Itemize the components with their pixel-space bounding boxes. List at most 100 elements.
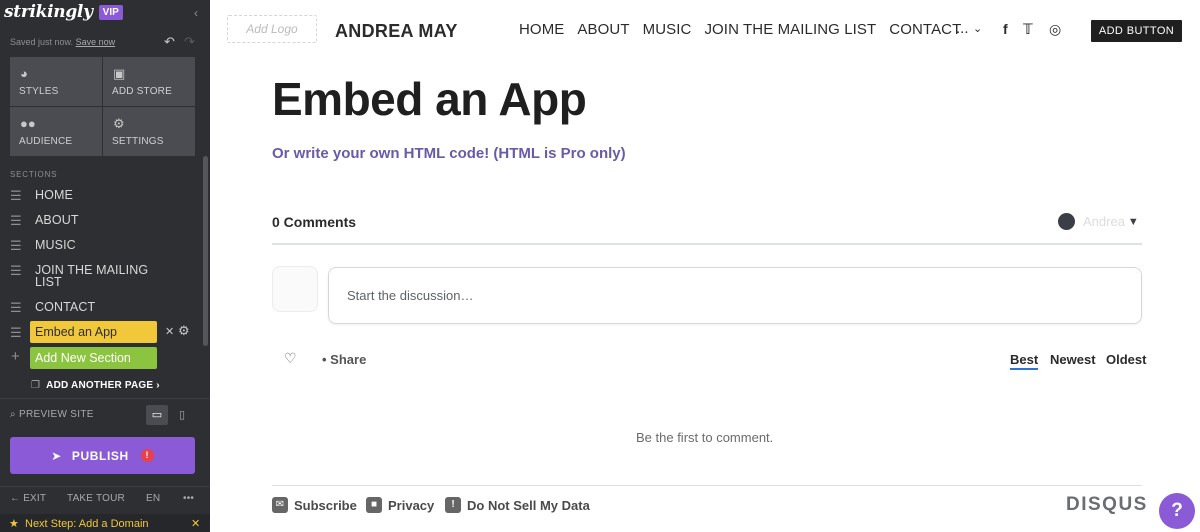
saved-text: Saved just now. xyxy=(10,37,74,47)
nav-link-home[interactable]: HOME xyxy=(519,21,564,38)
add-logo-placeholder[interactable]: Add Logo xyxy=(227,15,317,43)
facebook-icon[interactable]: f xyxy=(1003,21,1008,37)
add-button[interactable]: ADD BUTTON xyxy=(1091,20,1182,42)
store-icon: ▣ xyxy=(113,66,126,81)
page-heading: Embed an App xyxy=(272,73,587,125)
undo-icon[interactable]: ↶ xyxy=(164,34,175,50)
add-new-section-button[interactable]: Add New Section xyxy=(30,347,157,369)
brand-row: strikingly VIP xyxy=(4,2,123,22)
site-title[interactable]: ANDREA MAY xyxy=(335,21,458,42)
tile-label: SETTINGS xyxy=(112,136,164,147)
do-not-sell-label: Do Not Sell My Data xyxy=(467,497,590,513)
next-step-banner[interactable]: ★ Next Step: Add a Domain ✕ xyxy=(0,514,210,532)
sort-oldest-tab[interactable]: Oldest xyxy=(1106,352,1146,367)
drag-handle-icon[interactable]: ☰ xyxy=(0,264,35,277)
exit-label: EXIT xyxy=(23,493,47,504)
mobile-icon[interactable]: ▯ xyxy=(174,405,190,425)
language-selector[interactable]: EN xyxy=(146,493,160,504)
section-label: CONTACT xyxy=(35,300,96,314)
nav-link-music[interactable]: MUSIC xyxy=(643,21,692,38)
avatar xyxy=(272,266,318,312)
subscribe-label: Subscribe xyxy=(294,497,357,513)
empty-comments-text: Be the first to comment. xyxy=(636,430,774,445)
chevron-right-icon: › xyxy=(156,380,160,391)
close-icon[interactable]: ✕ xyxy=(191,517,200,530)
sidebar-scrollbar[interactable] xyxy=(203,156,208,346)
comment-input[interactable]: Start the discussion… xyxy=(328,267,1142,324)
section-label: JOIN THE MAILING LIST xyxy=(35,263,149,289)
desktop-icon[interactable]: ▭ xyxy=(146,405,168,425)
save-now-link[interactable]: Save now xyxy=(76,37,116,47)
section-settings-icon[interactable]: ⚙ xyxy=(178,323,190,339)
section-item-contact[interactable]: ☰ CONTACT xyxy=(0,301,200,314)
section-label: HOME xyxy=(35,188,73,202)
save-status: Saved just now. Save now xyxy=(10,37,115,47)
section-item-mailing-list[interactable]: ☰ JOIN THE MAILING LIST xyxy=(0,263,200,289)
audience-tile[interactable]: ●● AUDIENCE xyxy=(10,107,102,156)
divider xyxy=(0,398,210,399)
section-item-about[interactable]: ☰ ABOUT xyxy=(0,214,200,227)
publish-button[interactable]: ➤ PUBLISH ! xyxy=(10,437,195,474)
section-item-embed-app[interactable]: Embed an App xyxy=(30,321,157,343)
next-step-text: Next Step: Add a Domain xyxy=(25,518,149,530)
privacy-label: Privacy xyxy=(388,497,435,513)
user-name: Andrea xyxy=(1083,214,1125,229)
nav-more-menu[interactable]: ... xyxy=(956,20,969,37)
section-item-music[interactable]: ☰ MUSIC xyxy=(0,239,200,252)
share-button[interactable]: • Share xyxy=(322,352,366,367)
chevron-down-icon[interactable]: ⌄ xyxy=(973,22,982,35)
star-icon: ★ xyxy=(9,518,19,530)
exit-button[interactable]: ← EXIT xyxy=(10,493,46,504)
caret-down-icon: ▼ xyxy=(1127,215,1139,228)
preview-label: PREVIEW SITE xyxy=(19,409,94,420)
user-menu[interactable]: Andrea ▼ xyxy=(1058,213,1139,230)
warning-icon: ! xyxy=(140,449,154,462)
app-root: strikingly VIP ‹ Saved just now. Save no… xyxy=(0,0,1200,532)
add-store-tile[interactable]: ▣ ADD STORE xyxy=(103,57,195,106)
strikingly-logo[interactable]: strikingly xyxy=(4,2,93,22)
arrow-left-icon: ← xyxy=(10,493,21,504)
tile-label: AUDIENCE xyxy=(19,136,73,147)
section-item-home[interactable]: ☰ HOME xyxy=(0,189,200,202)
page-icon: ❐ xyxy=(31,380,41,391)
site-navigation: HOME ABOUT MUSIC JOIN THE MAILING LIST C… xyxy=(519,21,974,38)
section-label: MUSIC xyxy=(35,238,76,252)
nav-link-contact[interactable]: CONTACT xyxy=(889,21,961,38)
palette-icon: ◕ xyxy=(20,66,28,81)
delete-section-icon[interactable]: ✕ xyxy=(165,325,174,338)
redo-icon[interactable]: ↷ xyxy=(184,34,195,50)
instagram-icon[interactable]: ◎ xyxy=(1049,21,1061,38)
publish-label: PUBLISH xyxy=(71,448,129,463)
rocket-icon: ➤ xyxy=(51,448,62,463)
share-label: Share xyxy=(330,352,367,367)
heart-icon[interactable]: ♡ xyxy=(284,350,297,367)
drag-handle-icon[interactable]: ☰ xyxy=(0,189,35,202)
privacy-link[interactable]: ■ Privacy xyxy=(366,497,434,513)
settings-tile[interactable]: ⚙ SETTINGS xyxy=(103,107,195,156)
do-not-sell-link[interactable]: ! Do Not Sell My Data xyxy=(445,497,590,513)
tile-label: ADD STORE xyxy=(112,86,172,97)
drag-handle-icon[interactable]: ☰ xyxy=(0,214,35,227)
tile-label: STYLES xyxy=(19,86,59,97)
drag-handle-icon[interactable]: ☰ xyxy=(0,239,35,252)
editor-tiles: ◕ STYLES ▣ ADD STORE ●● AUDIENCE ⚙ SETTI… xyxy=(10,57,195,156)
twitter-icon[interactable]: 𝕋 xyxy=(1023,21,1033,38)
page-subheading: Or write your own HTML code! (HTML is Pr… xyxy=(272,145,626,162)
drag-handle-icon[interactable]: ☰ xyxy=(0,301,35,314)
nav-link-about[interactable]: ABOUT xyxy=(577,21,629,38)
add-another-page-button[interactable]: ❐ ADD ANOTHER PAGE › xyxy=(31,380,160,391)
nav-link-mailing-list[interactable]: JOIN THE MAILING LIST xyxy=(704,21,876,38)
sort-newest-tab[interactable]: Newest xyxy=(1050,352,1096,367)
plus-icon: + xyxy=(11,348,20,365)
help-button[interactable]: ? xyxy=(1159,493,1195,529)
more-options-icon[interactable]: ••• xyxy=(183,493,194,504)
take-tour-button[interactable]: TAKE TOUR xyxy=(67,493,125,504)
users-icon: ●● xyxy=(20,116,36,131)
chevron-left-icon[interactable]: ‹ xyxy=(194,6,198,20)
subscribe-link[interactable]: ✉ Subscribe xyxy=(272,497,357,513)
styles-tile[interactable]: ◕ STYLES xyxy=(10,57,102,106)
sort-best-tab[interactable]: Best xyxy=(1010,352,1039,370)
preview-site-button[interactable]: ⌕ PREVIEW SITE xyxy=(10,409,94,420)
vip-badge: VIP xyxy=(98,4,123,20)
disqus-logo[interactable]: DISQUS xyxy=(1066,494,1148,516)
